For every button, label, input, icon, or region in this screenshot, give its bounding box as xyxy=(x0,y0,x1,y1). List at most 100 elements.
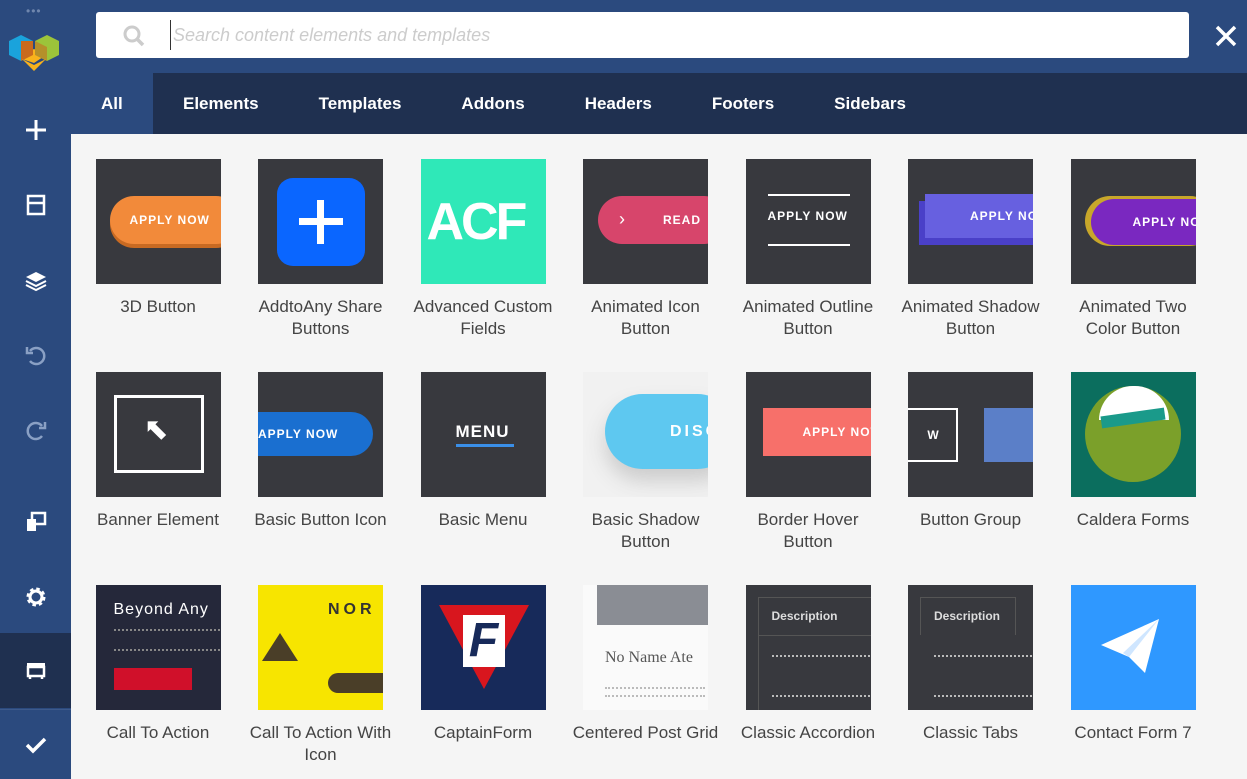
element-contact-form-7[interactable]: Contact Form 7 xyxy=(1058,585,1208,744)
element-3d-button[interactable]: APPLY NOW 3D Button xyxy=(83,159,233,318)
element-basic-menu[interactable]: MENU Basic Menu xyxy=(408,372,558,531)
thumbnail-graphic xyxy=(328,673,383,693)
element-label: Call To Action xyxy=(106,723,210,742)
thumbnail-text: APPLY NOW xyxy=(767,209,848,223)
thumbnail-text: APPLY NOW xyxy=(1090,199,1196,245)
thumbnail-graphic xyxy=(1100,619,1159,673)
tab-headers[interactable]: Headers xyxy=(555,73,682,134)
thumbnail-text: F xyxy=(462,615,505,667)
element-thumbnail: No Name Ate xyxy=(583,585,708,710)
redo-button[interactable] xyxy=(0,400,71,460)
drag-handle-icon[interactable]: ••• xyxy=(26,4,42,18)
element-thumbnail: APPLY NOW xyxy=(258,372,383,497)
element-thumbnail: APPLY NOW xyxy=(745,372,871,497)
element-advanced-custom-fields[interactable]: ACF Advanced Custom Fields xyxy=(408,159,558,340)
element-label: Contact Form 7 xyxy=(1074,723,1192,742)
thumbnail-text: W xyxy=(908,408,958,462)
element-thumbnail: APPLY NOW xyxy=(745,159,871,284)
settings-button[interactable] xyxy=(0,567,71,627)
settings-icon xyxy=(26,587,45,607)
element-label: CaptainForm xyxy=(433,723,533,742)
element-centered-post-grid[interactable]: No Name Ate Centered Post Grid xyxy=(571,585,721,744)
thumbnail-text: APPLY NOW xyxy=(109,196,221,244)
thumbnail-text: No Name Ate xyxy=(605,649,693,666)
element-thumbnail: NOR xyxy=(258,585,383,710)
element-call-to-action[interactable]: Beyond Any Call To Action xyxy=(83,585,233,744)
thumbnail-text: MENU xyxy=(455,422,510,441)
element-call-to-action-with-icon[interactable]: NOR Call To Action With Icon xyxy=(246,585,396,766)
element-banner-element[interactable]: ⬉ Banner Element xyxy=(83,372,233,531)
element-border-hover-button[interactable]: APPLY NOW Border Hover Button xyxy=(733,372,883,553)
thumbnail-graphic xyxy=(113,629,221,651)
element-classic-tabs[interactable]: Description Classic Tabs xyxy=(896,585,1046,744)
thumbnail-graphic xyxy=(317,200,324,244)
tree-view-button[interactable] xyxy=(0,251,71,311)
hub-button[interactable] xyxy=(0,633,71,708)
search-icon xyxy=(123,25,145,47)
element-thumbnail: READ › xyxy=(583,159,708,284)
thumbnail-graphic xyxy=(113,668,192,690)
tab-elements[interactable]: Elements xyxy=(153,73,289,134)
thumbnail-graphic: ⬉ xyxy=(143,413,169,446)
element-thumbnail xyxy=(258,159,383,284)
tab-sidebars[interactable]: Sidebars xyxy=(804,73,936,134)
element-basic-button-icon[interactable]: APPLY NOW Basic Button Icon xyxy=(246,372,396,531)
thumbnail-graphic xyxy=(597,585,708,625)
element-classic-accordion[interactable]: Description Classic Accordion xyxy=(733,585,883,744)
element-animated-outline-button[interactable]: APPLY NOW Animated Outline Button xyxy=(733,159,883,340)
thumbnail-graphic xyxy=(757,635,871,636)
element-thumbnail: Beyond Any xyxy=(95,585,221,710)
tab-addons[interactable]: Addons xyxy=(431,73,554,134)
thumbnail-graphic: › xyxy=(619,209,625,229)
element-thumbnail: ACF xyxy=(420,159,546,284)
thumbnail-text: Description xyxy=(771,609,838,623)
thumbnail-text: APPLY NOW xyxy=(925,194,1033,238)
element-basic-shadow-button[interactable]: DISCOVER Basic Shadow Button xyxy=(571,372,721,553)
element-button-group[interactable]: W Button Group xyxy=(896,372,1046,531)
search-bar xyxy=(96,12,1189,58)
tab-all[interactable]: All xyxy=(71,73,153,134)
thumbnail-graphic xyxy=(767,244,850,246)
element-label: Animated Icon Button xyxy=(591,297,700,338)
element-thumbnail: Description xyxy=(908,585,1033,710)
thumbnail-graphic xyxy=(771,655,871,697)
thumbnail-graphic xyxy=(1100,619,1159,673)
element-label: Banner Element xyxy=(97,510,219,529)
element-label: Caldera Forms xyxy=(1076,510,1190,529)
element-thumbnail: ⬉ xyxy=(95,372,221,497)
element-thumbnail: MENU xyxy=(420,372,546,497)
element-label: Animated Outline Button xyxy=(742,297,874,338)
thumbnail-text: Description xyxy=(934,609,1001,623)
element-thumbnail: Description xyxy=(745,585,871,710)
element-thumbnail: APPLY NOW xyxy=(908,159,1033,284)
responsive-view-button[interactable] xyxy=(0,492,71,552)
element-addtoany-share-buttons[interactable]: AddtoAny Share Buttons xyxy=(246,159,396,340)
element-caldera-forms[interactable]: Caldera Forms xyxy=(1058,372,1208,531)
category-tabs: All Elements Templates Addons Headers Footers… xyxy=(71,73,1247,134)
element-thumbnail: APPLY NOW xyxy=(95,159,221,284)
undo-button[interactable] xyxy=(0,325,71,385)
redo-icon xyxy=(26,421,46,441)
thumbnail-graphic xyxy=(934,655,1033,697)
element-animated-two-color-button[interactable]: APPLY NOW Animated Two Color Button xyxy=(1058,159,1208,340)
thumbnail-graphic xyxy=(605,687,705,697)
element-captainform[interactable]: F CaptainForm xyxy=(408,585,558,744)
close-icon[interactable] xyxy=(1213,23,1239,49)
elements-grid: APPLY NOW 3D Button AddtoAny Share Buttons… xyxy=(71,134,1247,779)
element-label: Advanced Custom Fields xyxy=(413,297,553,338)
publish-button[interactable] xyxy=(0,709,71,779)
tab-templates[interactable]: Templates xyxy=(289,73,432,134)
search-input[interactable] xyxy=(170,20,1160,50)
tab-footers[interactable]: Footers xyxy=(682,73,804,134)
element-thumbnail xyxy=(1070,585,1196,710)
element-animated-icon-button[interactable]: READ › Animated Icon Button xyxy=(571,159,721,340)
templates-button[interactable] xyxy=(0,175,71,235)
add-element-button[interactable] xyxy=(0,100,71,160)
thumbnail-graphic xyxy=(984,408,1033,462)
element-label: Basic Menu xyxy=(438,510,528,529)
undo-icon xyxy=(25,346,45,366)
element-thumbnail: DISCOVER xyxy=(583,372,708,497)
thumbnail-text: APPLY NOW xyxy=(258,412,373,456)
element-animated-shadow-button[interactable]: APPLY NOW Animated Shadow Button xyxy=(896,159,1046,340)
element-label: Call To Action With Icon xyxy=(249,723,392,764)
